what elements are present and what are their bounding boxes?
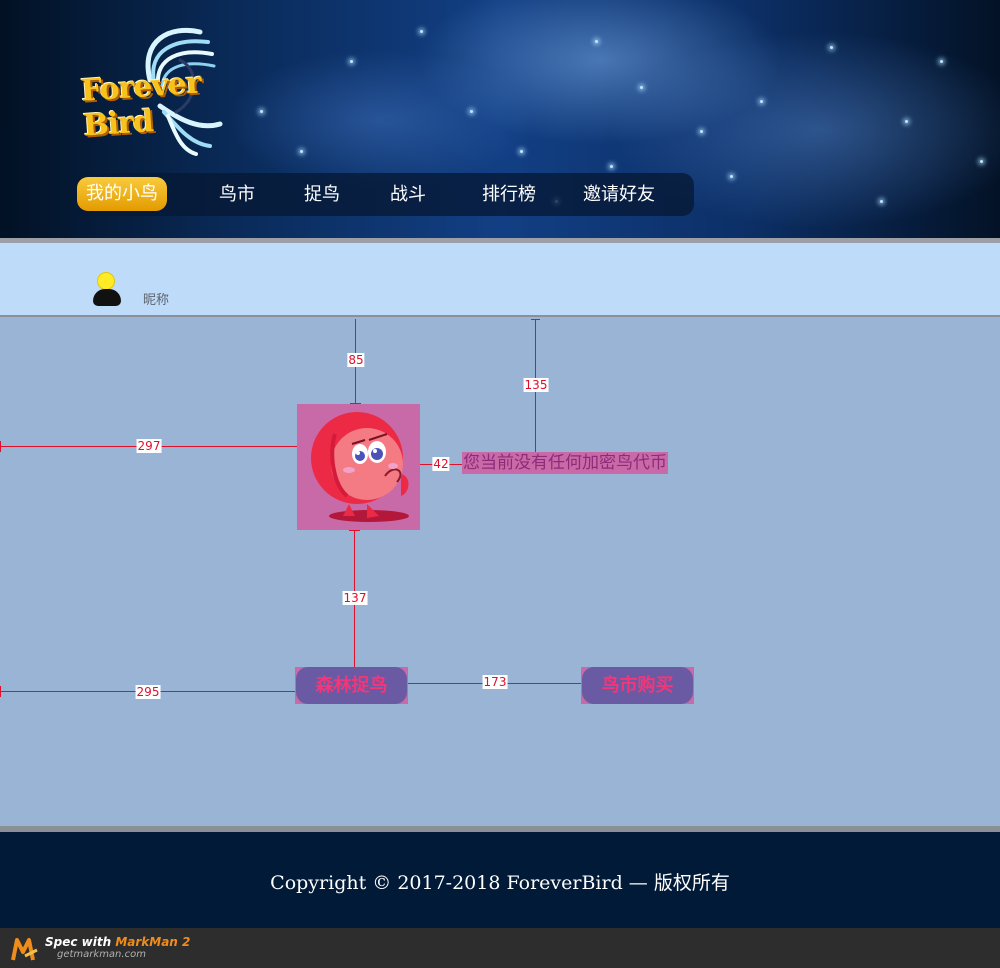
user-info-bar: 昵称 <box>0 243 1000 317</box>
measure-label-text-top: 135 <box>523 378 549 392</box>
star-decoration <box>940 60 943 63</box>
header-banner: Forever Bird 我的小鸟 鸟市 捉鸟 战斗 排行榜 邀请好友 <box>0 0 1000 238</box>
measure-label-left: 297 <box>136 439 162 453</box>
star-decoration <box>595 40 598 43</box>
measure-label-gap: 42 <box>432 457 450 471</box>
nickname-label: 昵称 <box>143 293 170 308</box>
star-decoration <box>760 100 763 103</box>
measure-tick <box>349 530 360 531</box>
measure-tick <box>531 319 540 320</box>
measure-label-buttons: 173 <box>482 675 508 689</box>
markman-url[interactable]: getmarkman.com <box>57 949 146 960</box>
star-decoration <box>830 46 833 49</box>
markman-title: Spec with MarkMan 2 <box>45 935 190 949</box>
forever-bird-logo[interactable]: Forever Bird <box>80 20 250 160</box>
star-decoration <box>350 60 353 63</box>
measure-label-left-bottom: 295 <box>135 685 161 699</box>
sad-mascot-image <box>297 404 420 530</box>
measure-label-top: 85 <box>347 353 365 367</box>
footer: Copyright © 2017-2018 ForeverBird — 版权所有 <box>0 832 1000 928</box>
measure-label-middle: 137 <box>342 591 368 605</box>
markman-spec-prefix: Spec with <box>45 935 116 949</box>
star-decoration <box>420 30 423 33</box>
market-buy-label: 鸟市购买 <box>582 667 693 704</box>
logo-text: Forever Bird <box>79 65 202 144</box>
main-content: 85 135 297 42 137 295 173 您当前没有任何加密鸟代币 森… <box>0 319 1000 826</box>
empty-wallet-message: 您当前没有任何加密鸟代币 <box>462 452 668 474</box>
star-decoration <box>730 175 733 178</box>
star-decoration <box>980 160 983 163</box>
markman-watermark-bar: Spec with MarkMan 2 getmarkman.com <box>0 928 1000 968</box>
star-decoration <box>470 110 473 113</box>
nav-battle[interactable]: 战斗 <box>390 173 426 216</box>
main-nav: 我的小鸟 鸟市 捉鸟 战斗 排行榜 邀请好友 <box>76 173 694 216</box>
forest-catch-button[interactable]: 森林捉鸟 <box>295 667 408 704</box>
star-decoration <box>905 120 908 123</box>
star-decoration <box>610 165 613 168</box>
avatar[interactable] <box>93 272 121 308</box>
nav-leaderboard[interactable]: 排行榜 <box>482 173 536 216</box>
nav-my-birds[interactable]: 我的小鸟 <box>77 177 167 211</box>
sad-ball-character-icon <box>311 412 409 522</box>
star-decoration <box>700 130 703 133</box>
market-buy-button[interactable]: 鸟市购买 <box>581 667 694 704</box>
star-decoration <box>520 150 523 153</box>
markman-brand: MarkMan 2 <box>115 935 191 949</box>
copyright-text: Copyright © 2017-2018 ForeverBird — 版权所有 <box>270 872 730 894</box>
star-decoration <box>260 110 263 113</box>
measure-tick <box>0 686 1 697</box>
measure-tick <box>0 441 1 452</box>
avatar-head <box>97 272 115 290</box>
star-decoration <box>880 200 883 203</box>
avatar-body <box>93 289 121 306</box>
nav-catch-bird[interactable]: 捉鸟 <box>304 173 340 216</box>
forest-catch-label: 森林捉鸟 <box>296 667 407 704</box>
markman-logo-icon <box>11 938 38 961</box>
star-decoration <box>640 86 643 89</box>
nav-invite-friends[interactable]: 邀请好友 <box>583 173 655 216</box>
nav-bird-market[interactable]: 鸟市 <box>219 173 255 216</box>
star-decoration <box>300 150 303 153</box>
